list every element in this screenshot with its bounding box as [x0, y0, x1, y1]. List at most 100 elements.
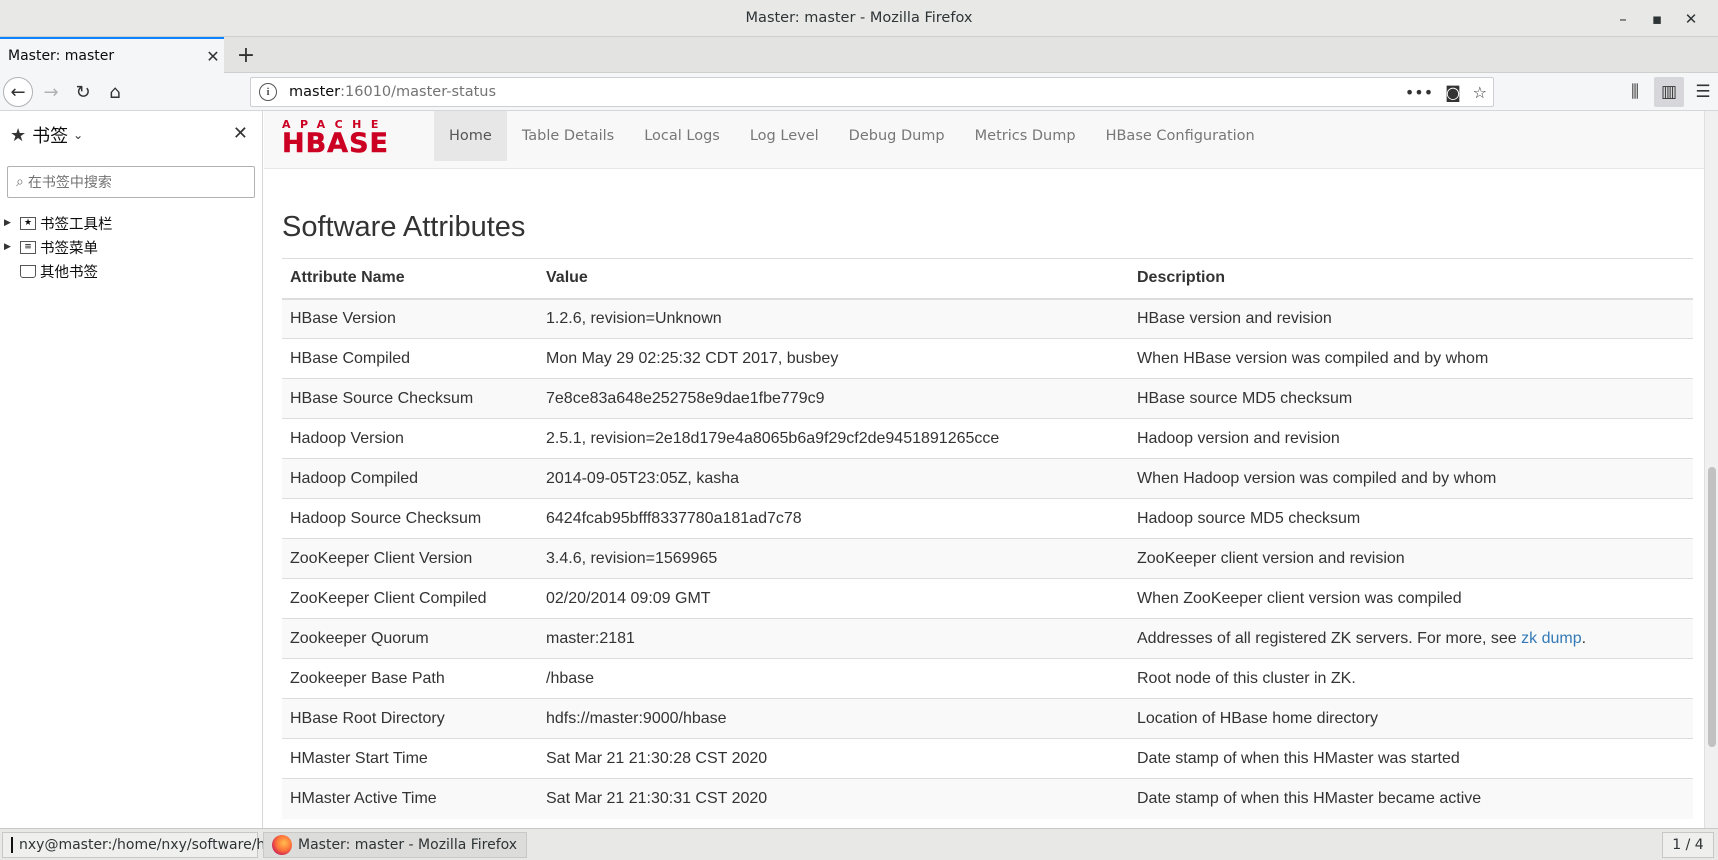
attribute-name-cell: Hadoop Version: [282, 418, 538, 459]
table-row: HBase Compiled Mon May 29 02:25:32 CDT 20…: [282, 338, 1693, 379]
section-title: Software Attributes: [282, 211, 526, 243]
description-cell: Date stamp of when this HMaster was star…: [1129, 738, 1693, 779]
pocket-icon[interactable]: ◙: [1445, 83, 1461, 102]
description-cell: HBase version and revision: [1129, 298, 1693, 339]
star-icon: ★: [10, 124, 27, 146]
nav-metrics-dump[interactable]: Metrics Dump: [960, 111, 1091, 161]
bookmark-folder-label: 其他书签: [40, 264, 98, 281]
close-tab-icon[interactable]: ✕: [202, 47, 224, 66]
nav-debug-dump[interactable]: Debug Dump: [834, 111, 960, 161]
firefox-icon: [272, 835, 292, 855]
toolbar-folder-icon: ★: [20, 216, 36, 230]
taskbar-terminal[interactable]: nxy@master:/home/nxy/software/h-...: [2, 832, 284, 858]
url-bar[interactable]: i master:16010/master-status ••• ◙ ☆: [250, 77, 1494, 107]
table-row: Zookeeper Base Path/hbase Root node of th…: [282, 658, 1693, 699]
description-cell: HBase source MD5 checksum: [1129, 378, 1693, 419]
table-row: ZooKeeper Client Compiled 02/20/2014 09:0…: [282, 578, 1693, 619]
value-cell: 3.4.6, revision=1569965: [538, 538, 1129, 579]
description-cell: When Hadoop version was compiled and by …: [1129, 458, 1693, 499]
value-cell: 02/20/2014 09:09 GMT: [538, 578, 1129, 619]
zk-dump-link[interactable]: zk dump: [1521, 630, 1581, 647]
page-content: APACHE HBASE Home Table Details Local Lo…: [264, 111, 1704, 828]
attribute-name-cell: Hadoop Source Checksum: [282, 498, 538, 539]
attribute-name-cell: ZooKeeper Client Version: [282, 538, 538, 579]
bookmark-folder-label: 书签菜单: [40, 240, 98, 257]
page-actions-icon[interactable]: •••: [1405, 83, 1433, 102]
attribute-name-cell: HMaster Active Time: [282, 778, 538, 819]
value-cell: master:2181: [538, 618, 1129, 659]
attribute-name-cell: HMaster Start Time: [282, 738, 538, 779]
expand-arrow-icon[interactable]: ▶: [4, 218, 16, 228]
logo-hbase-text: HBASE: [282, 128, 389, 159]
menu-icon[interactable]: ☰: [1688, 77, 1718, 107]
value-cell: 1.2.6, revision=Unknown: [538, 298, 1129, 339]
reload-icon[interactable]: ↻: [68, 77, 98, 107]
hbase-menu: Home Table Details Local Logs Log Level …: [434, 111, 1270, 161]
table-row: HMaster Active Time Sat Mar 21 21:30:31 C…: [282, 778, 1693, 819]
other-folder-icon: [20, 264, 36, 278]
close-sidebar-icon[interactable]: ✕: [233, 123, 248, 144]
chevron-down-icon[interactable]: ⌄: [73, 128, 83, 142]
nav-home[interactable]: Home: [434, 111, 507, 161]
window-controls: – ▪ ✕: [1606, 0, 1708, 37]
value-cell: hdfs://master:9000/hbase: [538, 698, 1129, 739]
sidebar-toggle-icon[interactable]: ▥: [1654, 77, 1684, 107]
sidebar-title[interactable]: 书签: [32, 122, 68, 148]
bookmark-star-icon[interactable]: ☆: [1473, 83, 1487, 102]
taskbar-firefox-label: Master: master - Mozilla Firefox: [298, 837, 518, 853]
bookmark-folder-menu[interactable]: ▶ ≡ 书签菜单: [4, 235, 113, 259]
bookmark-search-input[interactable]: ⌕ 在书签中搜索: [7, 166, 255, 198]
browser-tab[interactable]: Master: master ✕: [0, 37, 224, 73]
attribute-name-cell: HBase Compiled: [282, 338, 538, 379]
table-row: Hadoop Version 2.5.1, revision=2e18d179e4…: [282, 418, 1693, 459]
description-cell: Root node of this cluster in ZK.: [1129, 658, 1693, 699]
value-cell: /hbase: [538, 658, 1129, 699]
hbase-logo[interactable]: APACHE HBASE: [282, 119, 420, 157]
taskbar-firefox[interactable]: Master: master - Mozilla Firefox: [263, 832, 527, 858]
description-cell: Location of HBase home directory: [1129, 698, 1693, 739]
nav-table-details[interactable]: Table Details: [507, 111, 629, 161]
description-cell: Addresses of all registered ZK servers. …: [1129, 618, 1693, 659]
search-placeholder: 在书签中搜索: [27, 175, 112, 191]
taskbar: nxy@master:/home/nxy/software/h-... Mast…: [0, 828, 1718, 860]
value-cell: Mon May 29 02:25:32 CDT 2017, busbey: [538, 338, 1129, 379]
nav-hbase-configuration[interactable]: HBase Configuration: [1091, 111, 1270, 161]
close-window-icon[interactable]: ✕: [1674, 10, 1708, 28]
value-cell: 6424fcab95bfff8337780a181ad7c78: [538, 498, 1129, 539]
bookmark-folder-label: 书签工具栏: [40, 216, 113, 233]
menu-folder-icon: ≡: [20, 240, 36, 254]
maximize-icon[interactable]: ▪: [1640, 10, 1674, 28]
site-info-icon[interactable]: i: [259, 83, 277, 101]
back-icon[interactable]: ←: [3, 77, 33, 107]
bookmark-tree: ▶ ★ 书签工具栏 ▶ ≡ 书签菜单 其他书签: [4, 211, 113, 283]
scrollbar-thumb[interactable]: [1708, 467, 1716, 747]
value-cell: 2014-09-05T23:05Z, kasha: [538, 458, 1129, 499]
value-cell: Sat Mar 21 21:30:31 CST 2020: [538, 778, 1129, 819]
search-icon: ⌕: [16, 174, 24, 190]
nav-log-level[interactable]: Log Level: [735, 111, 834, 161]
header-description: Description: [1129, 258, 1693, 300]
minimize-icon[interactable]: –: [1606, 10, 1640, 28]
header-attribute-name: Attribute Name: [282, 258, 538, 300]
table-row: HBase Version 1.2.6, revision=Unknown HBas…: [282, 298, 1693, 339]
description-cell: Date stamp of when this HMaster became a…: [1129, 778, 1693, 819]
table-row: HBase Source Checksum 7e8ce83a648e252758e…: [282, 378, 1693, 419]
new-tab-icon[interactable]: +: [228, 37, 264, 73]
vertical-scrollbar[interactable]: [1704, 111, 1718, 828]
home-icon[interactable]: ⌂: [100, 77, 130, 107]
table-row: Hadoop Source Checksum 6424fcab95bfff8337…: [282, 498, 1693, 539]
hbase-navbar: APACHE HBASE Home Table Details Local Lo…: [264, 111, 1704, 169]
forward-icon[interactable]: →: [36, 77, 66, 107]
nav-local-logs[interactable]: Local Logs: [629, 111, 735, 161]
url-path: :16010/master-status: [340, 84, 497, 100]
navigation-bar: ← → ↻ ⌂ i master:16010/master-status •••…: [0, 73, 1718, 111]
description-cell: ZooKeeper client version and revision: [1129, 538, 1693, 579]
bookmark-folder-other[interactable]: 其他书签: [4, 259, 113, 283]
workspace-pager[interactable]: 1 / 4: [1662, 832, 1714, 858]
attribute-name-cell: Zookeeper Base Path: [282, 658, 538, 699]
bookmark-folder-toolbar[interactable]: ▶ ★ 书签工具栏: [4, 211, 113, 235]
description-cell: Hadoop version and revision: [1129, 418, 1693, 459]
expand-arrow-icon[interactable]: ▶: [4, 242, 16, 252]
library-icon[interactable]: ⫼: [1620, 77, 1650, 107]
window-title: Master: master - Mozilla Firefox: [745, 10, 973, 26]
